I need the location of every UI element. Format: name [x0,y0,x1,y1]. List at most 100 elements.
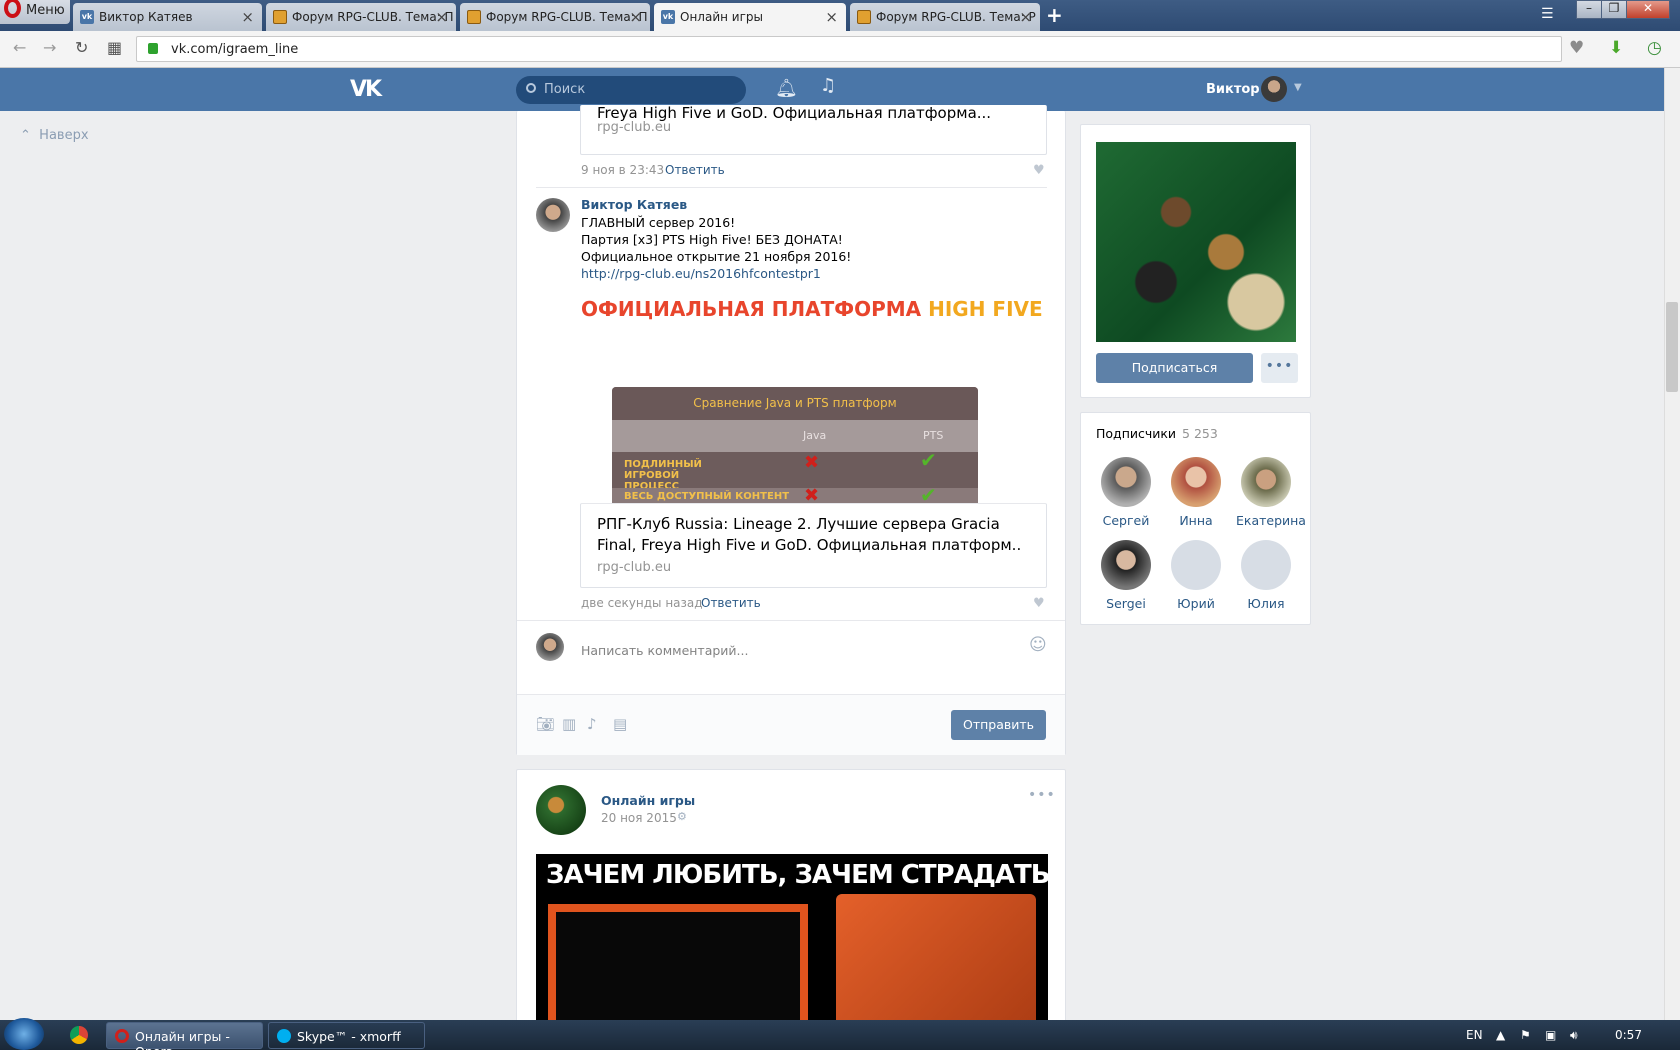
tab-viktor[interactable]: vk Виктор Катяев × [73,3,262,31]
back-icon[interactable]: ← [13,38,26,57]
page-scrollbar[interactable] [1664,68,1680,1020]
comment-input[interactable]: Написать комментарий... [581,643,748,658]
minimize-button[interactable]: – [1576,0,1602,19]
pc-case-shape [836,894,1036,1034]
comment-line-3: Официальное открытие 21 ноября 2016! [581,249,852,264]
subscribers-heading[interactable]: Подписчики 5 253 [1096,426,1218,441]
new-tab-button[interactable]: + [1046,3,1063,27]
reload-icon[interactable]: ↻ [75,38,88,57]
close-tab-icon[interactable]: × [1019,8,1032,26]
link-attachment[interactable]: РПГ-Клуб Russia: Lineage 2. Лучшие серве… [580,503,1047,588]
group-avatar[interactable] [536,785,586,835]
document-icon[interactable]: ▤ [613,715,627,733]
chevron-down-icon[interactable]: ▼ [1294,82,1302,93]
start-button[interactable] [4,1018,44,1050]
opera-menu-button[interactable]: Меню [0,0,70,24]
link-attachment[interactable]: Freya High Five и GoD. Официальная платф… [580,104,1047,155]
deactivated-dog-icon [1241,540,1291,590]
subscriber-item[interactable]: Sergei [1096,540,1156,611]
taskbar-opera[interactable]: Онлайн игры - Opera [106,1022,263,1050]
user-avatar[interactable] [1261,76,1287,102]
post-comments-card: Freya High Five и GoD. Официальная платф… [516,104,1066,755]
close-tab-icon[interactable]: × [629,8,642,26]
divider [536,187,1047,188]
subscriber-item[interactable]: Юлия [1236,540,1296,611]
scrollbar-thumb[interactable] [1666,302,1678,392]
heart-bookmark-icon[interactable]: ♥ [1569,38,1584,58]
send-button[interactable]: Отправить [951,710,1046,740]
subscriber-item[interactable]: Инна [1166,457,1226,528]
subscriber-avatar [1241,457,1291,507]
comment-timestamp: две секунды назад [581,596,703,610]
close-tab-icon[interactable]: × [825,8,838,26]
network-icon[interactable]: ▣ [1545,1028,1556,1042]
close-tab-icon[interactable]: × [435,8,448,26]
rpg-favicon-icon [857,10,871,24]
tab-forum-1[interactable]: Форум RPG-CLUB. Тема: П × [266,3,456,31]
speed-icon[interactable]: ◷ [1647,38,1662,58]
subscribe-button[interactable]: Подписаться [1096,353,1253,383]
search-icon [526,83,536,93]
tab-forum-3[interactable]: Форум RPG-CLUB. Тема: Р × [850,3,1040,31]
more-actions-button[interactable]: ••• [1261,353,1298,383]
window-close-button[interactable]: ✕ [1626,0,1670,19]
opera-icon [115,1029,129,1043]
like-heart-icon[interactable]: ♥ [1033,163,1045,178]
group-cover-image[interactable] [1096,142,1296,342]
vk-favicon-icon: vk [661,10,675,24]
emoji-smile-icon[interactable]: ☺ [1029,635,1047,655]
subscriber-avatar [1101,540,1151,590]
maximize-button[interactable]: ❐ [1601,0,1627,19]
taskbar-skype-label: Skype™ - xmorff [297,1029,401,1044]
tab-label: Форум RPG-CLUB. Тема: П [292,10,454,24]
post-author[interactable]: Онлайн игры [601,793,695,808]
browser-tab-bar: Меню vk Виктор Катяев × Форум RPG-CLUB. … [0,0,1680,31]
comment-author[interactable]: Виктор Катяев [581,197,687,212]
subscriber-item[interactable]: Екатерина [1236,457,1306,528]
music-icon[interactable]: ♪ [587,715,597,733]
show-hidden-icons[interactable]: ▲ [1496,1028,1505,1042]
post-date[interactable]: 20 ноя 2015 [601,811,677,825]
action-center-icon[interactable]: ⚑ [1520,1028,1531,1042]
rpg-favicon-icon [273,10,287,24]
preview-title: ОФИЦИАЛЬНАЯ ПЛАТФОРМА HIGH FIVE [581,297,1047,321]
subscriber-item[interactable]: Юрий [1166,540,1226,611]
gear-icon: ⚙ [677,810,687,823]
user-name[interactable]: Виктор [1206,82,1260,97]
tab-menu-icon[interactable]: ☰ [1541,6,1554,22]
music-note-icon[interactable]: ♫ [820,75,836,96]
volume-icon[interactable]: 🔊︎ [1570,1028,1578,1043]
link-preview-image[interactable]: ОФИЦИАЛЬНАЯ ПЛАТФОРМА HIGH FIVE Сравнени… [581,297,1047,503]
comment-timestamp: 9 ноя в 23:43 [581,163,665,177]
link-domain: rpg-club.eu [597,120,672,135]
monitor-shape [548,904,808,1034]
reply-link[interactable]: Ответить [701,596,761,610]
reply-link[interactable]: Ответить [665,163,725,177]
vk-logo[interactable]: VK [350,77,382,102]
forward-icon[interactable]: → [43,38,56,57]
column-pts: PTS [923,429,944,442]
taskbar-skype[interactable]: Skype™ - xmorff [268,1022,425,1049]
more-options-icon[interactable]: ••• [1028,787,1056,803]
address-field[interactable]: vk.com/igraem_line [136,36,1562,62]
commenter-avatar[interactable] [536,198,570,232]
tab-online-games[interactable]: vk Онлайн игры × [654,3,846,31]
search-input[interactable]: Поиск [516,76,746,104]
close-tab-icon[interactable]: × [241,8,254,26]
chrome-icon[interactable] [70,1026,88,1044]
subscriber-item[interactable]: Сергей [1096,457,1156,528]
scroll-to-top-link[interactable]: ⌃ Наверх [20,128,89,143]
comment-link[interactable]: http://rpg-club.eu/ns2016hfcontestpr1 [581,266,821,281]
cross-icon: ✖ [804,485,820,503]
like-heart-icon[interactable]: ♥ [1033,596,1045,611]
camera-icon[interactable]: 📷︎ [536,715,555,733]
notifications-bell-icon[interactable]: 🔔︎ [775,78,798,99]
download-icon[interactable]: ⬇ [1609,38,1623,58]
post-image[interactable]: ЗАЧЕМ ЛЮБИТЬ, ЗАЧЕМ СТРАДАТЬ [536,854,1048,1034]
tab-forum-2[interactable]: Форум RPG-CLUB. Тема: П × [460,3,650,31]
speed-dial-icon[interactable]: ▦ [107,38,122,57]
language-indicator[interactable]: EN [1466,1028,1483,1042]
video-icon[interactable]: ▥ [562,715,576,733]
clock[interactable]: 0:57 [1615,1028,1642,1042]
menu-label: Меню [26,3,65,18]
